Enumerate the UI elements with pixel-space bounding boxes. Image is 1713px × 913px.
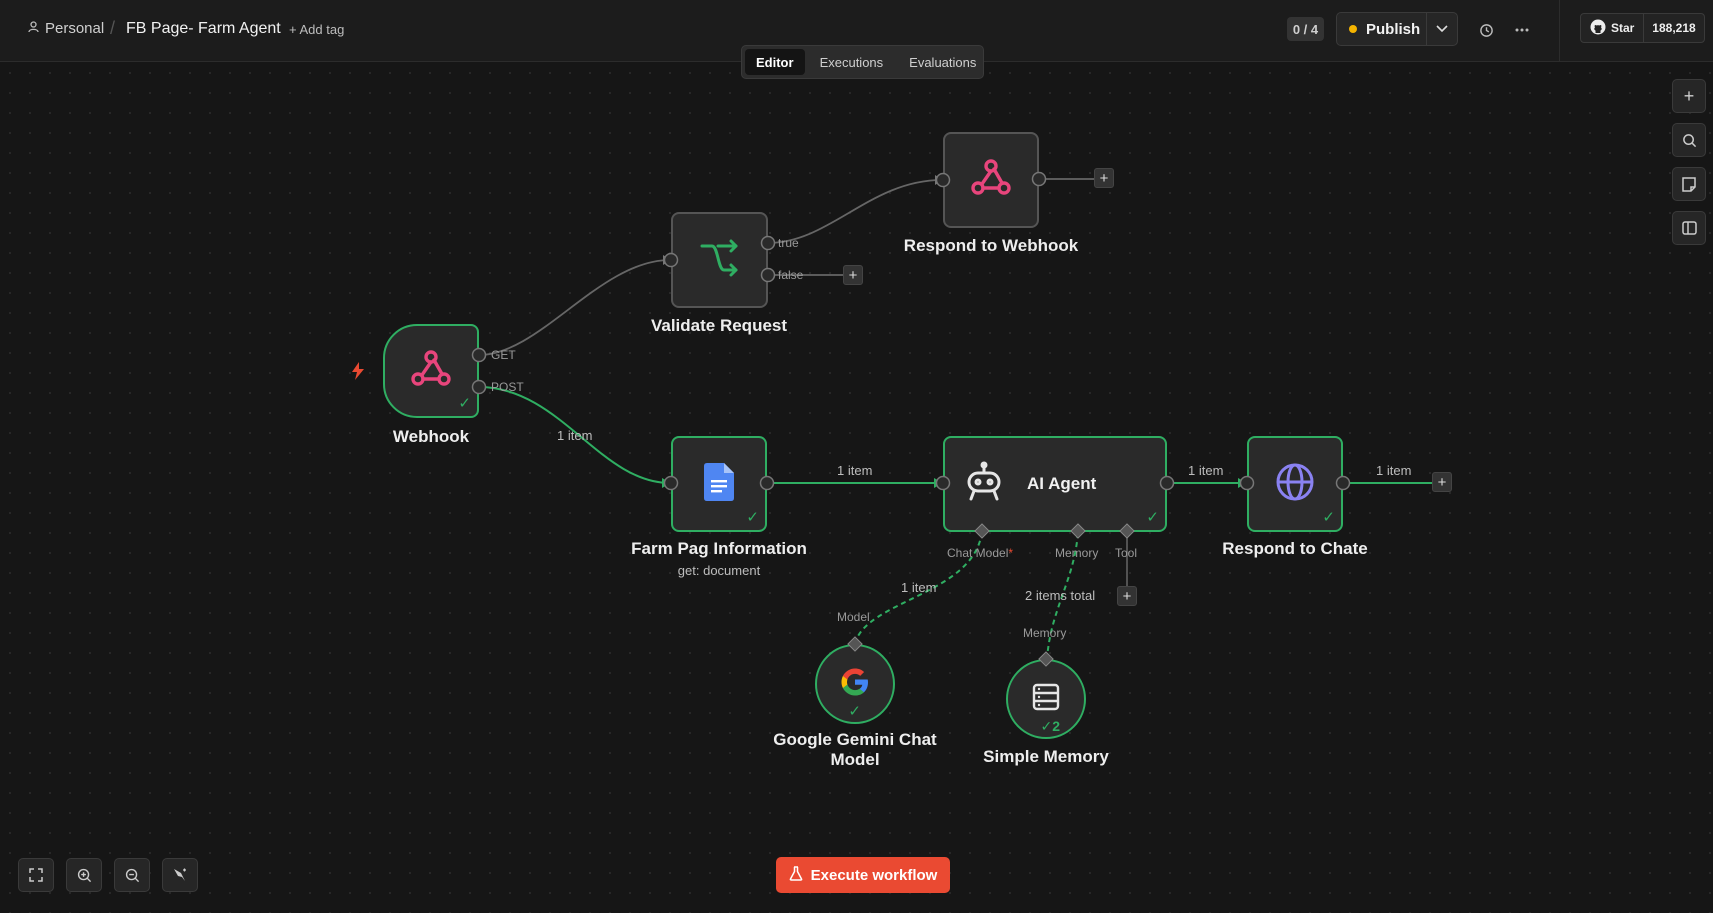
add-node-false-button[interactable]: + <box>843 265 863 285</box>
execute-workflow-button[interactable]: Execute workflow <box>776 857 950 893</box>
add-tool-button[interactable]: + <box>1117 586 1137 606</box>
edge-label-chat-out: 1 item <box>1376 463 1412 478</box>
port-tool-label: Tool <box>1115 546 1138 560</box>
node-farm-subtitle: get: document <box>677 563 761 578</box>
output-true-label: true <box>778 236 799 250</box>
success-check-icon: ✓ <box>458 395 471 412</box>
database-icon <box>1031 682 1061 717</box>
add-node-icon[interactable]: + <box>1672 79 1706 113</box>
node-ai-agent-label: AI Agent <box>1027 474 1097 493</box>
node-memory-label: Simple Memory <box>983 747 1109 766</box>
zoom-in-icon[interactable] <box>66 858 102 892</box>
node-respond-webhook-label: Respond to Webhook <box>903 236 1079 255</box>
node-webhook[interactable]: ✓ <box>383 324 479 418</box>
success-check-icon: ✓ <box>1322 509 1335 526</box>
node-validate-request[interactable] <box>671 212 768 308</box>
success-check-icon: ✓ <box>1146 509 1159 526</box>
output-post-label: POST <box>491 380 524 394</box>
trigger-lightning-icon <box>351 362 365 385</box>
success-check-count: ✓2 <box>1040 718 1060 734</box>
wire-validate-respond <box>767 179 943 244</box>
node-farm-label: Farm Pag Information <box>631 539 807 558</box>
execute-label: Execute workflow <box>810 866 938 884</box>
search-icon[interactable] <box>1672 123 1706 157</box>
fit-view-icon[interactable] <box>18 858 54 892</box>
webhook-icon <box>409 347 453 396</box>
node-webhook-label: Webhook <box>392 427 470 446</box>
globe-icon <box>1274 461 1316 508</box>
sticky-note-icon[interactable] <box>1672 167 1706 201</box>
flask-icon <box>789 865 803 885</box>
google-icon <box>840 667 870 702</box>
webhook-icon <box>969 156 1013 205</box>
edge-label-agent-chat: 1 item <box>1188 463 1224 478</box>
node-gemini-chat-model[interactable]: ✓ <box>815 644 895 724</box>
output-get-label: GET <box>491 348 516 362</box>
add-node-after-respond-button[interactable]: + <box>1094 168 1114 188</box>
wire-webhook-get-validate <box>478 259 671 356</box>
port-chat-model-label: Chat Model* <box>947 546 1014 560</box>
panel-toggle-icon[interactable] <box>1672 211 1706 245</box>
node-respond-chat-label: Respond to Chate <box>1222 539 1368 558</box>
connection-wires <box>478 175 1432 661</box>
port-memory-input-label: Memory <box>1023 626 1067 640</box>
node-ai-agent[interactable]: AI Agent ✓ <box>943 436 1167 532</box>
edge-label-memory: 2 items total <box>1025 588 1096 603</box>
add-node-after-chat-button[interactable]: + <box>1432 472 1452 492</box>
tidy-up-icon[interactable] <box>162 858 198 892</box>
port-model-label: Model <box>837 610 870 624</box>
output-false-label: false <box>778 268 804 282</box>
edge-label-webhook-farm: 1 item <box>557 428 593 443</box>
node-respond-webhook[interactable] <box>943 132 1039 228</box>
node-gemini-label: Google Gemini Chat Model <box>773 730 937 769</box>
node-farm-information[interactable]: ✓ <box>671 436 767 532</box>
switch-icon <box>698 238 742 283</box>
edge-label-farm-agent: 1 item <box>837 463 873 478</box>
success-check-icon: ✓ <box>746 509 759 526</box>
node-validate-label: Validate Request <box>650 316 788 335</box>
node-simple-memory[interactable]: ✓2 <box>1006 659 1086 739</box>
robot-icon <box>963 461 1005 508</box>
zoom-out-icon[interactable] <box>114 858 150 892</box>
node-respond-chat[interactable]: ✓ <box>1247 436 1343 532</box>
port-memory-label: Memory <box>1055 546 1099 560</box>
edge-label-gemini: 1 item <box>901 580 937 595</box>
google-docs-icon <box>704 462 734 506</box>
success-check-icon: ✓ <box>848 703 861 720</box>
